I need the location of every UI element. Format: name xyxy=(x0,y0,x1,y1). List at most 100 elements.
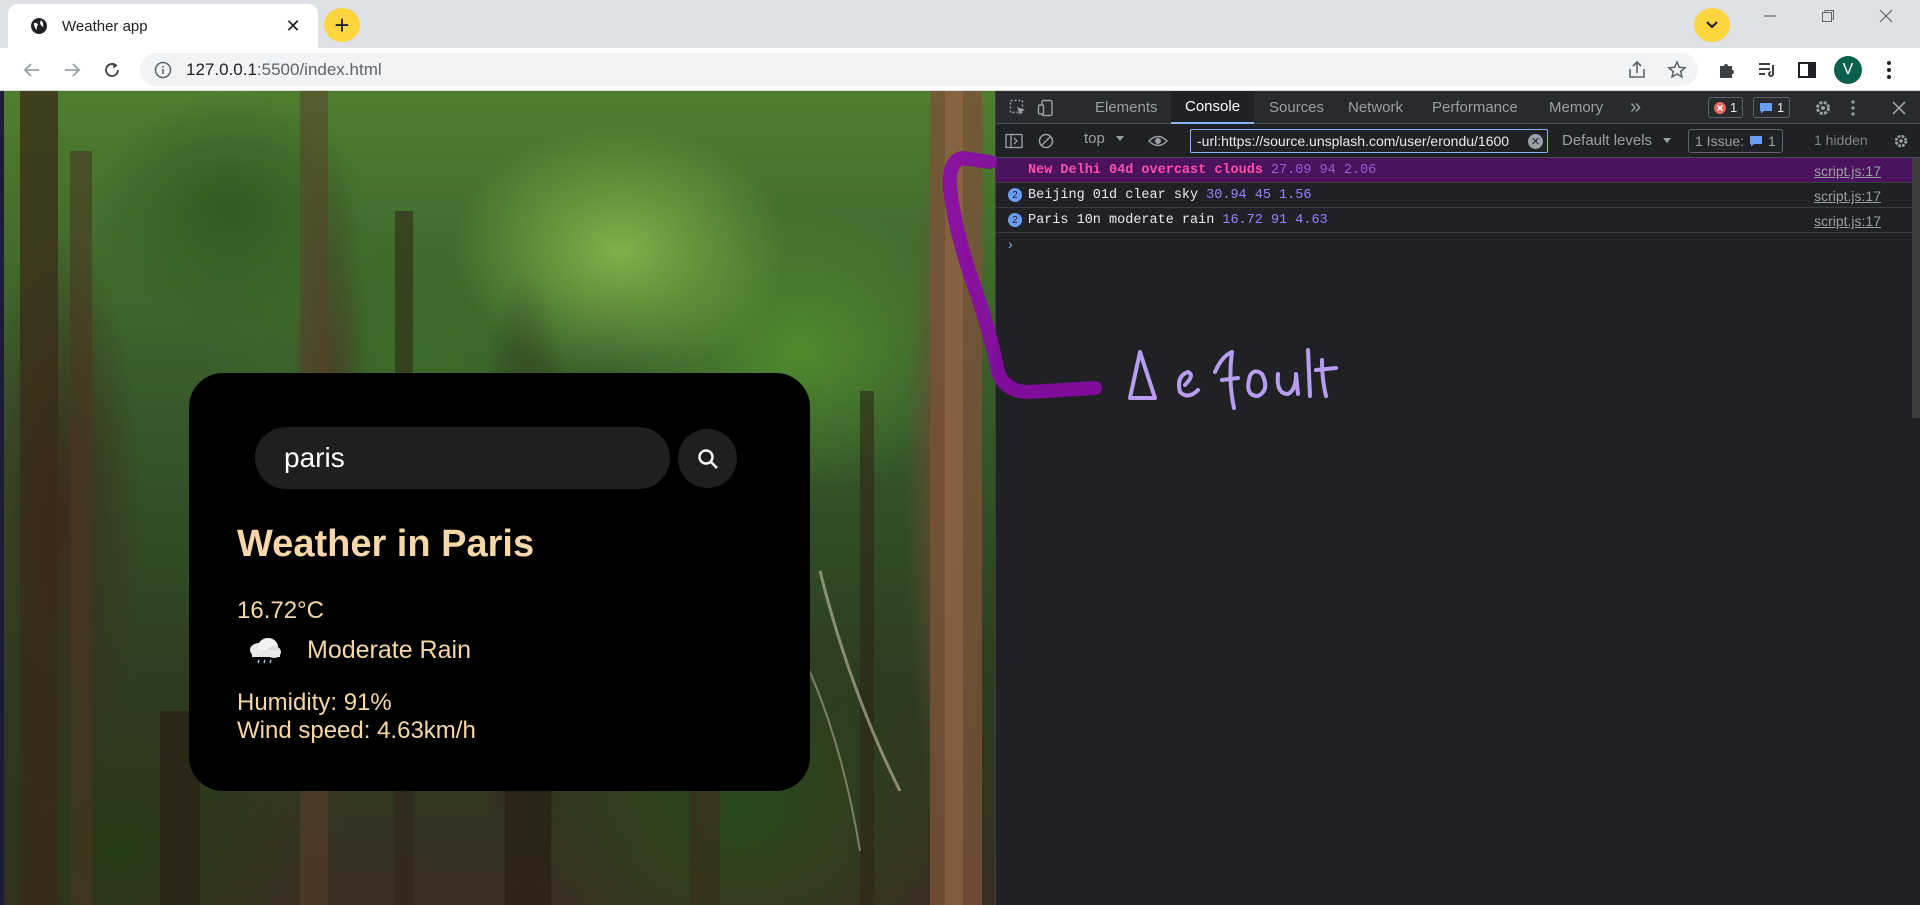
filter-value: -url:https://source.unsplash.com/user/er… xyxy=(1197,133,1510,149)
search-button[interactable] xyxy=(678,429,737,488)
log-values: 16.72 91 4.63 xyxy=(1222,212,1328,228)
humidity-text: Humidity: 91% xyxy=(237,689,392,716)
message-icon xyxy=(1760,102,1772,113)
media-queue-icon[interactable] xyxy=(1756,59,1778,81)
console-output: New Delhi 04d overcast clouds 27.09 94 2… xyxy=(996,158,1920,255)
back-button[interactable] xyxy=(18,56,46,84)
repeat-count-badge: 2 xyxy=(1008,188,1022,202)
error-count-badge[interactable]: 1 xyxy=(1708,97,1744,118)
url-text: 127.0.0.1:5500/index.html xyxy=(186,60,382,80)
clear-console-icon[interactable] xyxy=(1036,131,1056,151)
log-text: New Delhi 04d overcast clouds xyxy=(1028,162,1263,178)
city-heading: Weather in Paris xyxy=(237,523,535,565)
log-source-link[interactable]: script.js:17 xyxy=(1814,188,1881,204)
info-icon xyxy=(154,61,172,78)
close-icon xyxy=(1879,9,1893,23)
error-count: 1 xyxy=(1730,100,1738,115)
chevron-down-icon xyxy=(1706,21,1718,29)
levels-value: Default levels xyxy=(1562,132,1653,149)
page-viewport: paris Weather in Paris 16.72°C Moderate … xyxy=(0,91,995,905)
url-host: 127.0.0.1 xyxy=(186,59,257,79)
message-icon xyxy=(1750,136,1763,147)
minimize-window-button[interactable] xyxy=(1742,2,1798,30)
tab-sources[interactable]: Sources xyxy=(1269,91,1324,124)
console-scrollbar[interactable] xyxy=(1912,158,1920,418)
sidebar-toggle-icon[interactable] xyxy=(1004,131,1024,151)
temperature: 16.72°C xyxy=(237,597,324,624)
log-values: 30.94 45 1.56 xyxy=(1206,187,1312,203)
log-text: Paris 10n moderate rain xyxy=(1028,212,1215,228)
hidden-messages-count: 1 hidden xyxy=(1814,132,1868,148)
reload-button[interactable] xyxy=(98,56,126,84)
search-input-value: paris xyxy=(284,442,345,473)
log-source-link[interactable]: script.js:17 xyxy=(1814,163,1881,179)
more-tabs-button[interactable]: » xyxy=(1630,91,1641,124)
console-log-row[interactable]: 2 Paris 10n moderate rain 16.72 91 4.63 … xyxy=(996,208,1920,233)
search-input[interactable]: paris xyxy=(255,427,670,489)
live-expression-eye-icon[interactable] xyxy=(1148,131,1168,151)
log-text: Beijing 01d clear sky xyxy=(1028,187,1199,203)
issue-count: 1 xyxy=(1768,133,1776,149)
inspect-element-icon[interactable] xyxy=(1008,98,1028,118)
repeat-count-badge: 2 xyxy=(1008,213,1022,227)
forward-button[interactable] xyxy=(58,56,86,84)
share-icon[interactable] xyxy=(1626,59,1648,81)
restore-icon xyxy=(1822,10,1834,22)
weather-description: Moderate Rain xyxy=(307,635,471,664)
console-toolbar: top -url:https://source.unsplash.com/use… xyxy=(996,124,1920,158)
message-count-badge[interactable]: 1 xyxy=(1753,97,1791,118)
context-selector[interactable]: top xyxy=(1084,130,1125,147)
extensions-puzzle-icon[interactable] xyxy=(1716,59,1738,81)
console-settings-gear-icon[interactable] xyxy=(1891,131,1911,151)
error-icon xyxy=(1714,101,1726,114)
tab-network[interactable]: Network xyxy=(1348,91,1403,124)
message-count: 1 xyxy=(1777,100,1785,115)
tab-performance[interactable]: Performance xyxy=(1432,91,1518,124)
url-path: :5500/index.html xyxy=(256,59,382,79)
browser-toolbar: 127.0.0.1:5500/index.html V xyxy=(0,48,1920,91)
globe-icon xyxy=(30,17,48,35)
console-filter-input[interactable]: -url:https://source.unsplash.com/user/er… xyxy=(1190,129,1548,153)
context-value: top xyxy=(1084,130,1105,147)
tab-elements[interactable]: Elements xyxy=(1095,91,1158,124)
devtools-menu-icon[interactable] xyxy=(1843,98,1863,118)
devtools-tab-bar: Elements Console Sources Network Perform… xyxy=(996,91,1920,124)
close-tab-icon[interactable]: ✕ xyxy=(282,16,304,37)
restore-window-button[interactable] xyxy=(1800,2,1856,30)
arrow-right-icon xyxy=(65,63,81,77)
console-log-row[interactable]: 2 Beijing 01d clear sky 30.94 45 1.56 sc… xyxy=(996,183,1920,208)
rain-cloud-icon xyxy=(250,638,281,664)
tab-memory[interactable]: Memory xyxy=(1549,91,1603,124)
issue-label: 1 Issue: xyxy=(1695,133,1745,149)
arrow-left-icon xyxy=(23,63,39,77)
close-devtools-icon[interactable] xyxy=(1889,98,1909,118)
settings-gear-icon[interactable] xyxy=(1813,98,1833,118)
profile-avatar[interactable]: V xyxy=(1834,56,1862,84)
weather-card: paris Weather in Paris 16.72°C Moderate … xyxy=(189,373,810,791)
minimize-icon xyxy=(1764,15,1776,17)
clear-filter-icon[interactable]: ✕ xyxy=(1528,134,1543,149)
reload-icon xyxy=(105,62,119,77)
search-icon xyxy=(697,448,718,469)
close-window-button[interactable] xyxy=(1858,2,1914,30)
log-source-link[interactable]: script.js:17 xyxy=(1814,213,1881,229)
tab-title: Weather app xyxy=(62,17,148,35)
new-tab-button[interactable]: + xyxy=(324,8,360,42)
weather-description-row: Moderate Rain xyxy=(247,635,471,665)
browser-tab-weather-app[interactable]: Weather app ✕ xyxy=(8,4,318,48)
device-toolbar-icon[interactable] xyxy=(1036,98,1056,118)
tab-search-button[interactable] xyxy=(1694,8,1730,42)
issues-button[interactable]: 1 Issue: 1 xyxy=(1688,129,1783,153)
side-panel-icon[interactable] xyxy=(1796,59,1818,81)
address-bar[interactable]: 127.0.0.1:5500/index.html xyxy=(140,53,1698,86)
console-log-row[interactable]: New Delhi 04d overcast clouds 27.09 94 2… xyxy=(996,158,1920,183)
bookmark-star-icon[interactable] xyxy=(1666,59,1688,81)
log-levels-dropdown[interactable]: Default levels xyxy=(1562,132,1672,149)
kebab-menu-icon[interactable] xyxy=(1878,59,1900,81)
log-values: 27.09 94 2.06 xyxy=(1270,162,1377,178)
browser-tab-strip: Weather app ✕ + xyxy=(0,0,1920,48)
tab-console[interactable]: Console xyxy=(1171,91,1255,124)
dropdown-arrow-icon xyxy=(1663,138,1672,143)
dropdown-arrow-icon xyxy=(1116,136,1125,141)
console-prompt[interactable]: › xyxy=(996,233,1920,255)
